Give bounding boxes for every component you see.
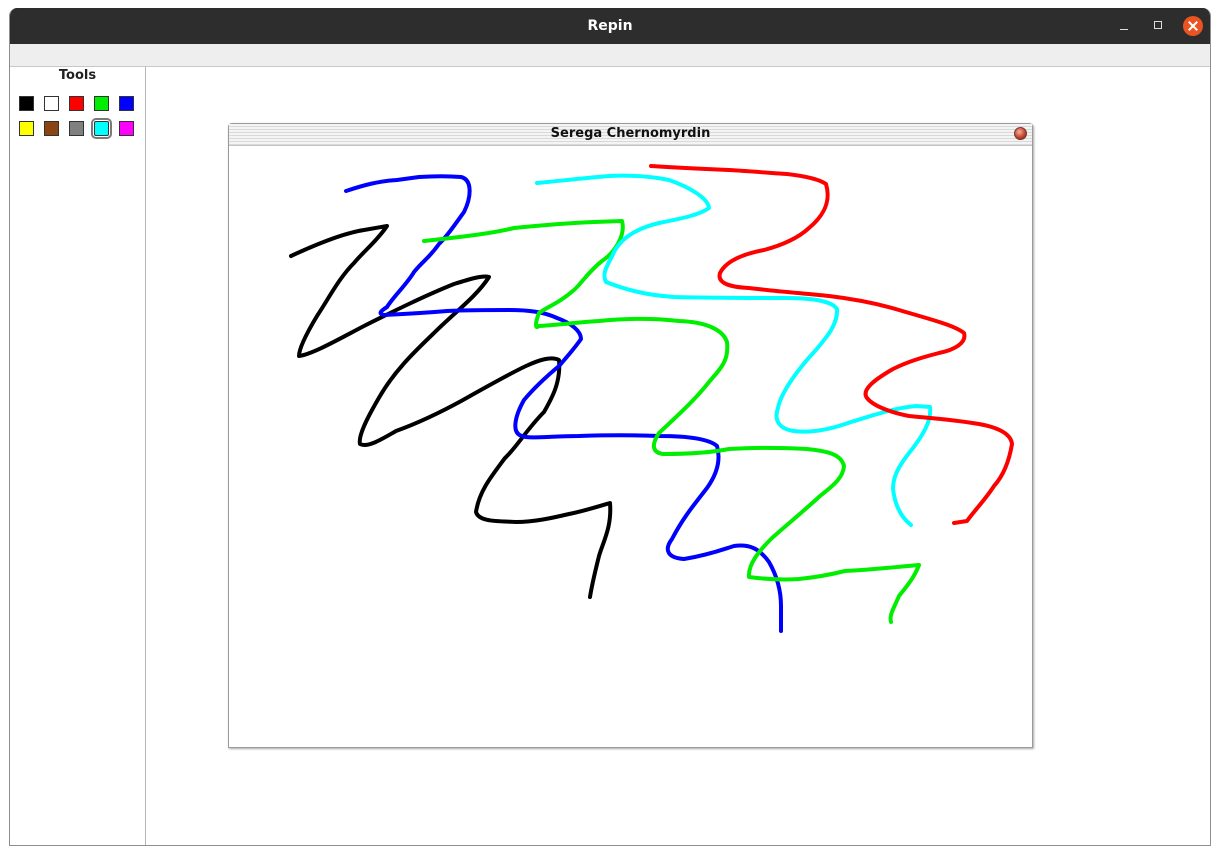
maximize-button[interactable] (1149, 16, 1169, 36)
blue-stroke (344, 174, 783, 633)
swatch-yellow[interactable] (19, 121, 34, 136)
swatch-white[interactable] (44, 96, 59, 111)
cyan-stroke (535, 173, 933, 527)
black-stroke (289, 224, 613, 599)
red-stroke (649, 164, 1014, 525)
window-title: Repin (587, 18, 633, 34)
swatch-blue[interactable] (119, 96, 134, 111)
swatch-black[interactable] (19, 96, 34, 111)
tools-panel: Tools (10, 67, 146, 845)
canvas-title-bar[interactable]: Serega Chernomyrdin (229, 124, 1032, 146)
green-stroke (422, 219, 921, 624)
swatch-red[interactable] (69, 96, 84, 111)
swatch-brown[interactable] (44, 121, 59, 136)
tools-heading: Tools (58, 68, 97, 83)
swatch-magenta[interactable] (119, 121, 134, 136)
color-palette (19, 96, 139, 144)
swatch-cyan[interactable] (91, 118, 112, 139)
close-button[interactable] (1183, 16, 1203, 36)
canvas-title: Serega Chernomyrdin (550, 126, 711, 141)
minimize-button[interactable] (1114, 16, 1134, 36)
menu-bar (10, 44, 1210, 67)
strokes-layer (289, 164, 1014, 633)
canvas-close-button[interactable] (1014, 127, 1027, 140)
canvas-window: Serega Chernomyrdin (228, 123, 1033, 748)
swatch-gray[interactable] (69, 121, 84, 136)
drawing-canvas[interactable] (229, 146, 1032, 747)
swatch-green[interactable] (94, 96, 109, 111)
title-bar[interactable]: Repin (10, 8, 1210, 44)
